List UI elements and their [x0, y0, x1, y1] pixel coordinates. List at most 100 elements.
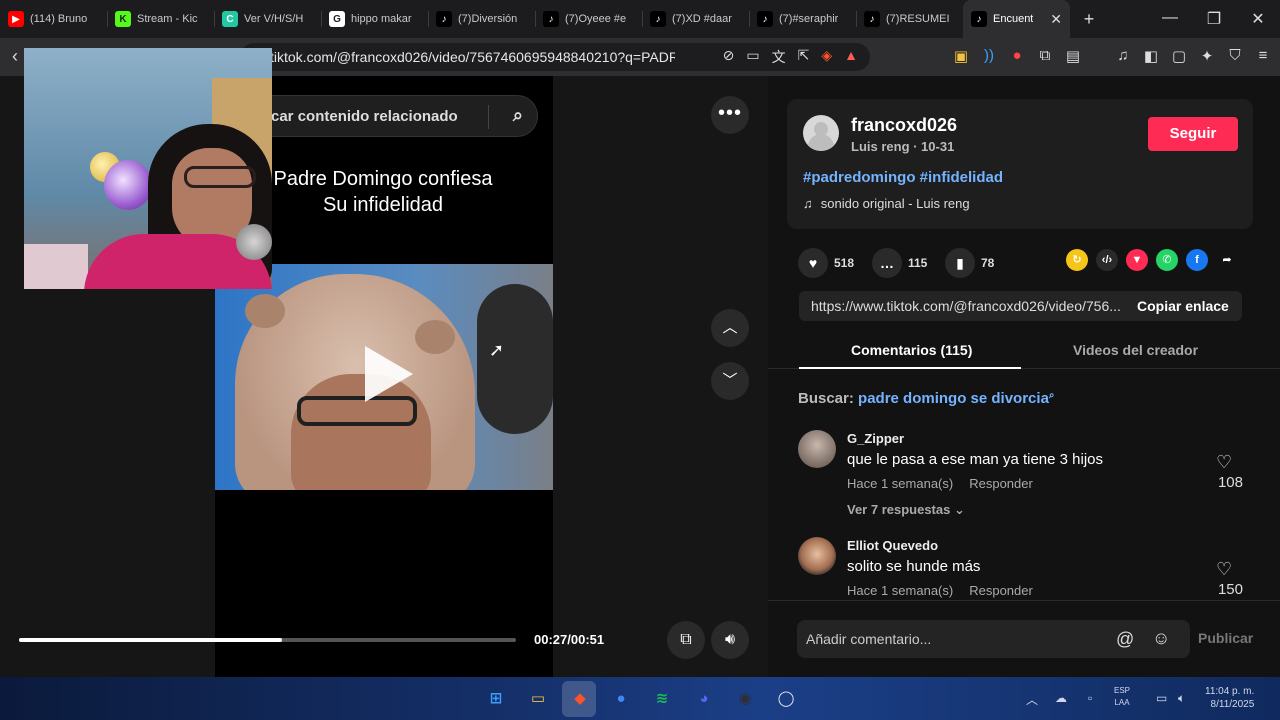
new-tab-button[interactable]: +	[1074, 9, 1104, 30]
browser-tab[interactable]: C Ver V/H/S/H	[214, 0, 321, 38]
wallet-icon[interactable]: ▢	[1170, 47, 1188, 65]
windows-start-icon[interactable]: ⊞	[482, 685, 510, 713]
play-icon[interactable]	[365, 346, 413, 402]
leo-ai-icon[interactable]: ✦	[1198, 47, 1216, 65]
avatar[interactable]	[798, 537, 836, 575]
clock[interactable]: 11:04 p. m. 8/11/2025	[1205, 685, 1254, 711]
search-icon[interactable]: ⌕	[513, 105, 523, 126]
browser-tab-title: (7)Diversión	[458, 13, 518, 25]
chevron-up-icon[interactable]: ︿	[1026, 691, 1038, 708]
video-frame[interactable]	[215, 264, 553, 490]
save-stat[interactable]: ▮ 78	[945, 248, 994, 278]
brave-icon[interactable]: ◆	[566, 685, 594, 713]
bookmark-icon[interactable]: ▮	[945, 248, 975, 278]
close-tab-icon[interactable]: ✕	[1050, 11, 1062, 28]
share-page-icon[interactable]: ⇱	[798, 47, 810, 67]
view-replies-label[interactable]: Ver 7 respuestas	[847, 502, 950, 517]
volume-button[interactable]: 🔊︎	[711, 621, 749, 659]
previous-video-button[interactable]: ︿	[711, 309, 749, 347]
puzzle-icon[interactable]: ⧉	[1036, 47, 1054, 65]
reply-button[interactable]: Responder	[969, 583, 1033, 598]
back-arrow-icon[interactable]: ‹	[12, 46, 18, 67]
avatar[interactable]	[798, 430, 836, 468]
language-indicator[interactable]: ESP LAA	[1114, 685, 1130, 709]
browser-tab[interactable]: ♪ Encuent ✕	[963, 0, 1070, 38]
sidebar-icon[interactable]: ◧	[1142, 47, 1160, 65]
browser-tab[interactable]: ▶ (114) Bruno	[0, 0, 107, 38]
minimize-button[interactable]: —	[1148, 9, 1192, 29]
next-video-button[interactable]: ﹀	[711, 362, 749, 400]
address-url[interactable]: tiktok.com/@francoxd026/video/7567460695…	[270, 49, 675, 65]
cloud-icon[interactable]: ☁	[1055, 691, 1067, 705]
sound-link[interactable]: ♫ sonido original - Luis reng	[803, 196, 970, 211]
reply-button[interactable]: Responder	[969, 476, 1033, 491]
sound-label[interactable]: sonido original - Luis reng	[821, 196, 970, 211]
facebook-icon[interactable]: f	[1186, 249, 1208, 271]
vpn-shield-icon[interactable]: ⛉	[1226, 47, 1244, 65]
browser-tab[interactable]: ♪ (7)XD #daar	[642, 0, 749, 38]
heart-icon[interactable]: ♡	[1216, 452, 1232, 473]
network-icon[interactable]: ▭	[1156, 691, 1167, 705]
no-tracking-icon[interactable]: ⊘	[723, 47, 735, 67]
publish-button[interactable]: Publicar	[1198, 630, 1253, 646]
comment-author[interactable]: Elliot Quevedo	[847, 538, 938, 553]
related-search-text[interactable]: car contenido relacionado	[271, 108, 458, 125]
extension-blue-icon[interactable]: ))	[980, 47, 998, 65]
comment-icon[interactable]: …	[872, 248, 902, 278]
tab-comments[interactable]: Comentarios (115)	[851, 342, 972, 358]
browser-tab-title: (114) Bruno	[30, 13, 88, 25]
cast-icon[interactable]: ▭	[746, 47, 759, 67]
video-progress-bar[interactable]	[19, 638, 516, 642]
author-username[interactable]: francoxd026	[851, 115, 957, 136]
picture-in-picture-button[interactable]: ⧉	[667, 621, 705, 659]
maximize-button[interactable]: ❐	[1192, 9, 1236, 29]
brave-shield-icon[interactable]: ◈	[821, 47, 832, 67]
video-hashtags[interactable]: #padredomingo #infidelidad	[803, 169, 1003, 186]
more-options-button[interactable]: •••	[711, 96, 749, 134]
chrome-icon[interactable]: ●	[607, 685, 635, 713]
discord-icon[interactable]: ◕	[690, 685, 718, 713]
avatar[interactable]	[803, 115, 839, 151]
emoji-icon[interactable]: ☺	[1152, 628, 1170, 649]
browser-tab[interactable]: ♪ (7)#seraphir	[749, 0, 856, 38]
music-icon[interactable]: ♫	[1114, 47, 1132, 65]
view-replies-button[interactable]: Ver 7 respuestas ⌄	[847, 502, 965, 518]
like-stat[interactable]: ♥ 518	[798, 248, 854, 278]
translate-icon[interactable]: 文	[772, 47, 786, 67]
heart-icon[interactable]: ♡	[1216, 559, 1232, 580]
brave-rewards-icon[interactable]: ▲	[844, 47, 858, 67]
browser-tab[interactable]: ♪ (7)RESUMEI	[856, 0, 963, 38]
comment-author[interactable]: G_Zipper	[847, 431, 904, 446]
related-search-bar[interactable]: car contenido relacionado ⌕	[250, 95, 538, 137]
app-tray-icon[interactable]: ▫	[1088, 691, 1092, 705]
browser-tab[interactable]: Ghippo makar	[321, 0, 428, 38]
file-explorer-icon[interactable]: ▭	[524, 685, 552, 713]
copy-link-button[interactable]: Copiar enlace	[1137, 298, 1229, 314]
search-suggestion[interactable]: Buscar: padre domingo se divorcia⌕	[798, 390, 1055, 407]
media-icon[interactable]: ▤	[1064, 47, 1082, 65]
obs-icon[interactable]: ◉	[731, 685, 759, 713]
close-window-button[interactable]: ✕	[1236, 9, 1280, 29]
search-suggestion-query[interactable]: padre domingo se divorcia	[858, 390, 1049, 407]
browser-tab[interactable]: ♪ (7)Oyeee #e	[535, 0, 642, 38]
address-bar[interactable]: tiktok.com/@francoxd026/video/7567460695…	[240, 43, 870, 71]
comment-stat[interactable]: … 115	[872, 248, 927, 278]
tab-creator-videos[interactable]: Videos del creador	[1073, 342, 1198, 358]
menu-icon[interactable]: ≡	[1254, 47, 1272, 65]
embed-icon[interactable]: ‹/›	[1096, 249, 1118, 271]
mention-icon[interactable]: @	[1116, 629, 1134, 650]
browser-tab[interactable]: K Stream - Kic	[107, 0, 214, 38]
app-icon[interactable]: ◯	[772, 685, 800, 713]
extension-yellow-icon[interactable]: ▣	[952, 47, 970, 65]
video-link[interactable]: https://www.tiktok.com/@francoxd026/vide…	[811, 298, 1123, 314]
repost-icon[interactable]: ↻	[1066, 249, 1088, 271]
send-icon[interactable]: ▼	[1126, 249, 1148, 271]
share-arrow-icon[interactable]: ➦	[1216, 249, 1238, 271]
volume-icon[interactable]: 🔈︎	[1178, 691, 1185, 706]
follow-button[interactable]: Seguir	[1148, 117, 1238, 151]
heart-icon[interactable]: ♥	[798, 248, 828, 278]
whatsapp-icon[interactable]: ✆	[1156, 249, 1178, 271]
browser-tab[interactable]: ♪ (7)Diversión	[428, 0, 535, 38]
extension-red-icon[interactable]: ●	[1008, 47, 1026, 65]
spotify-icon[interactable]: ≋	[648, 685, 676, 713]
